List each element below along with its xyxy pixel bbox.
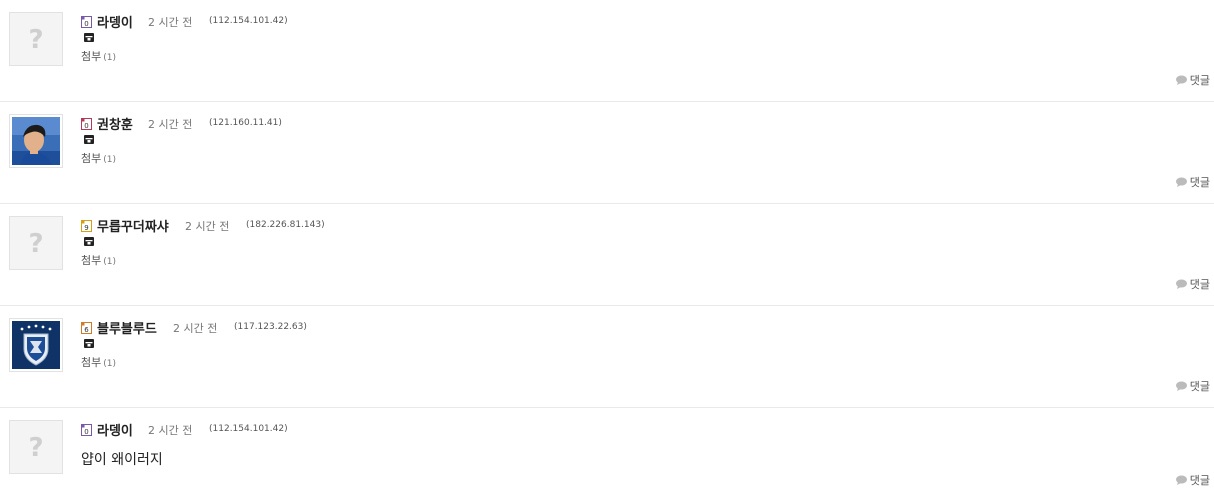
reply-button[interactable]: 댓글 <box>1175 378 1210 394</box>
attachment-link[interactable]: 첨부 (1) <box>81 252 116 268</box>
comment-author[interactable]: 라뎅이 <box>97 420 133 439</box>
comment-item: ? 0 라뎅이 2 시간 전 (112.154.101.42) 얍이 왜이러지 … <box>0 408 1214 494</box>
comment-author[interactable]: 블루블루드 <box>97 318 157 337</box>
file-box-icon <box>84 237 94 246</box>
member-level-icon: 0 <box>81 424 92 436</box>
default-avatar[interactable]: ? <box>9 420 63 474</box>
reply-label: 댓글 <box>1189 380 1210 393</box>
comment-ip: (112.154.101.42) <box>209 16 288 26</box>
avatar-placeholder-glyph: ? <box>28 25 44 55</box>
comment-time: 2 시간 전 <box>148 424 193 437</box>
reply-button[interactable]: 댓글 <box>1175 276 1210 292</box>
speech-bubble-icon <box>1175 177 1187 187</box>
comment-time: 2 시간 전 <box>185 220 230 233</box>
attachment-link[interactable]: 첨부 (1) <box>81 48 116 64</box>
member-level-icon: 9 <box>81 220 92 232</box>
reply-label: 댓글 <box>1189 176 1210 189</box>
avatar-placeholder-glyph: ? <box>28 229 44 259</box>
svg-text:0: 0 <box>84 122 88 130</box>
reply-button[interactable]: 댓글 <box>1175 72 1210 88</box>
comment-time: 2 시간 전 <box>148 118 193 131</box>
attachment-label: 첨부 <box>81 152 102 165</box>
svg-text:0: 0 <box>84 20 88 28</box>
speech-bubble-icon <box>1175 475 1187 485</box>
comment-time: 2 시간 전 <box>173 322 218 335</box>
comment-ip: (121.160.11.41) <box>209 118 282 128</box>
comment-author[interactable]: 권창훈 <box>97 114 133 133</box>
svg-text:6: 6 <box>84 326 89 334</box>
default-avatar[interactable]: ? <box>9 216 63 270</box>
file-box-icon <box>84 33 94 42</box>
attachment-count: (1) <box>103 53 116 63</box>
comment-author[interactable]: 라뎅이 <box>97 12 133 31</box>
attachment-link[interactable]: 첨부 (1) <box>81 150 116 166</box>
user-avatar[interactable] <box>9 114 63 168</box>
reply-label: 댓글 <box>1189 74 1210 87</box>
attachment-count: (1) <box>103 359 116 369</box>
reply-button[interactable]: 댓글 <box>1175 174 1210 190</box>
avatar-placeholder-glyph: ? <box>28 433 44 463</box>
club-emblem-image <box>12 321 60 369</box>
member-level-icon: 6 <box>81 322 92 334</box>
reply-button[interactable]: 댓글 <box>1175 472 1210 488</box>
attachment-label: 첨부 <box>81 50 102 63</box>
comment-ip: (117.123.22.63) <box>234 322 307 332</box>
svg-text:9: 9 <box>84 224 88 232</box>
comment-item: 0 권창훈 2 시간 전 (121.160.11.41) 첨부 (1) 댓글 <box>0 102 1214 204</box>
comment-item: 6 블루블루드 2 시간 전 (117.123.22.63) 첨부 (1) 댓글 <box>0 306 1214 408</box>
comment-body: 얍이 왜이러지 <box>81 452 163 468</box>
player-photo-image <box>12 117 60 165</box>
comment-item: ? 0 라뎅이 2 시간 전 (112.154.101.42) 첨부 (1) 댓글 <box>0 0 1214 102</box>
comment-item: ? 9 무릅꾸더짜샤 2 시간 전 (182.226.81.143) 첨부 (1)… <box>0 204 1214 306</box>
user-avatar[interactable] <box>9 318 63 372</box>
attachment-link[interactable]: 첨부 (1) <box>81 354 116 370</box>
attachment-count: (1) <box>103 155 116 165</box>
speech-bubble-icon <box>1175 75 1187 85</box>
file-box-icon <box>84 339 94 348</box>
reply-label: 댓글 <box>1189 474 1210 487</box>
speech-bubble-icon <box>1175 279 1187 289</box>
attachment-label: 첨부 <box>81 356 102 369</box>
attachment-label: 첨부 <box>81 254 102 267</box>
speech-bubble-icon <box>1175 381 1187 391</box>
reply-label: 댓글 <box>1189 278 1210 291</box>
svg-text:0: 0 <box>84 428 88 436</box>
attachment-count: (1) <box>103 257 116 267</box>
comment-ip: (182.226.81.143) <box>246 220 325 230</box>
comment-ip: (112.154.101.42) <box>209 424 288 434</box>
comment-time: 2 시간 전 <box>148 16 193 29</box>
member-level-icon: 0 <box>81 16 92 28</box>
file-box-icon <box>84 135 94 144</box>
default-avatar[interactable]: ? <box>9 12 63 66</box>
comment-author[interactable]: 무릅꾸더짜샤 <box>97 216 169 235</box>
member-level-icon: 0 <box>81 118 92 130</box>
